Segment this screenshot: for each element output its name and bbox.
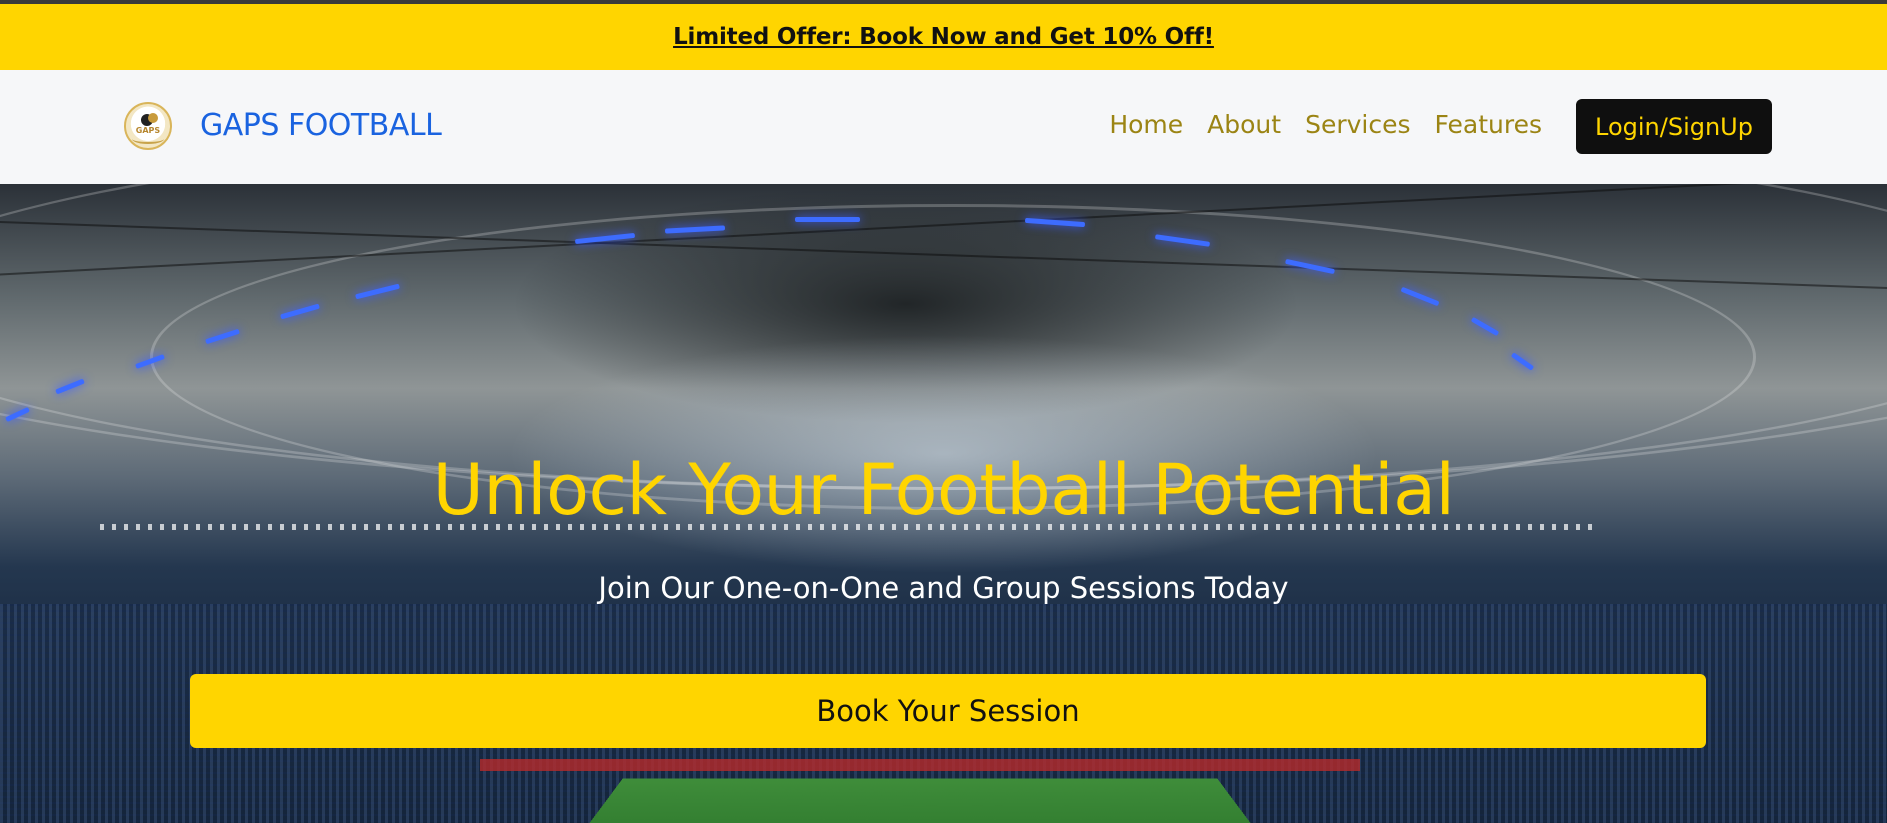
- navbar: GAPS GAPS FOOTBALL Home About Services F…: [0, 70, 1887, 184]
- promo-banner: Limited Offer: Book Now and Get 10% Off!: [0, 4, 1887, 70]
- brand-name[interactable]: GAPS FOOTBALL: [200, 108, 442, 143]
- hero-title: Unlock Your Football Potential: [432, 449, 1455, 531]
- football-pitch: [573, 778, 1267, 823]
- hero-subtitle: Join Our One-on-One and Group Sessions T…: [598, 571, 1289, 605]
- book-session-button[interactable]: Book Your Session: [190, 674, 1706, 748]
- nav-link-home[interactable]: Home: [1109, 110, 1183, 139]
- hero-section: Unlock Your Football Potential Join Our …: [0, 184, 1887, 823]
- ad-board: [480, 759, 1360, 771]
- login-signup-button[interactable]: Login/SignUp: [1576, 99, 1772, 154]
- nav-link-about[interactable]: About: [1207, 110, 1281, 139]
- promo-link[interactable]: Limited Offer: Book Now and Get 10% Off!: [673, 24, 1214, 50]
- gaps-football-logo-icon[interactable]: GAPS: [124, 102, 172, 150]
- nav-links: Home About Services Features: [1109, 110, 1542, 139]
- nav-link-features[interactable]: Features: [1435, 110, 1543, 139]
- ball-shape-gold: [148, 113, 158, 123]
- logo-ring: [132, 134, 164, 144]
- stadium-light: [795, 217, 860, 222]
- nav-link-services[interactable]: Services: [1305, 110, 1410, 139]
